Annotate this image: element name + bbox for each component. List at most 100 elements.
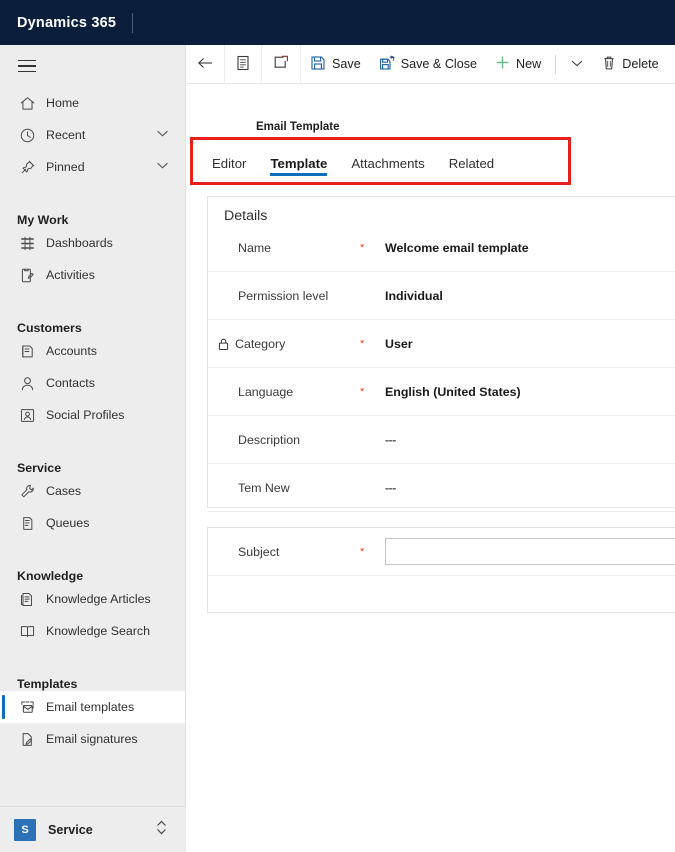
subject-section-spacer	[208, 576, 675, 610]
save-button[interactable]: Save	[301, 45, 370, 84]
required-indicator: *	[360, 385, 365, 398]
lock-icon	[217, 337, 230, 351]
sidebar-item-label: Knowledge Articles	[46, 592, 151, 606]
sidebar-item-accounts[interactable]: Accounts	[0, 335, 185, 367]
details-section: Details Name * Welcome email template Permi…	[207, 196, 675, 512]
field-label-text: Tem New	[238, 480, 290, 495]
field-label: Language	[208, 385, 360, 399]
brand-divider	[132, 12, 134, 33]
field-value[interactable]: ---	[376, 433, 396, 447]
trash-icon	[602, 55, 616, 74]
field-value[interactable]: English (United States)	[376, 385, 521, 399]
field-label-text: Category	[235, 336, 286, 351]
tab-template[interactable]: Template	[258, 141, 339, 185]
save-floppy-icon	[310, 55, 326, 74]
field-row-description: Description ---	[208, 416, 675, 464]
sidebar-item-cases[interactable]: Cases	[0, 475, 185, 507]
tab-attachments[interactable]: Attachments	[339, 141, 436, 185]
new-button[interactable]: New	[486, 45, 550, 84]
social-profile-icon	[17, 405, 37, 425]
form-icon	[236, 55, 250, 74]
sidebar-item-knowledge-search[interactable]: Knowledge Search	[0, 615, 185, 647]
sidebar-item-dashboards[interactable]: Dashboards	[0, 227, 185, 259]
command-bar: Save Save & Close New Delete	[186, 44, 675, 84]
field-label: Permission level	[208, 289, 360, 303]
app-switcher-icon	[155, 819, 168, 840]
field-value[interactable]: User	[376, 337, 413, 351]
save-button-label: Save	[332, 57, 361, 71]
sidebar-item-email-signatures[interactable]: Email signatures	[0, 723, 185, 755]
new-button-label: New	[516, 57, 542, 71]
subject-required-indicator: *	[360, 545, 365, 558]
field-label-text: Permission level	[238, 288, 329, 303]
app-switcher[interactable]: S Service	[0, 806, 186, 852]
field-label-text: Language	[238, 384, 294, 399]
field-row-category: Category * User	[208, 320, 675, 368]
book-icon	[17, 621, 37, 641]
delete-button[interactable]: Delete	[593, 45, 667, 84]
dashboard-icon	[17, 233, 37, 253]
nav-group-templates: Templates	[17, 677, 78, 691]
side-navigation: Home Recent Pinned My Work Dashboards Activit…	[0, 45, 186, 852]
field-label: Name	[208, 241, 360, 255]
subject-field-row: Subject *	[208, 528, 675, 576]
sidebar-item-queues[interactable]: Queues	[0, 507, 185, 539]
email-template-icon	[17, 697, 37, 717]
back-button[interactable]	[186, 44, 225, 84]
details-field-rows: Name * Welcome email template Permission le…	[208, 224, 675, 512]
sidebar-item-label: Recent	[46, 128, 86, 142]
save-and-close-button[interactable]: Save & Close	[370, 45, 486, 84]
sidebar-item-knowledge-articles[interactable]: Knowledge Articles	[0, 583, 185, 615]
nav-item-list: Home Recent Pinned My Work Dashboards Activit…	[0, 87, 185, 810]
field-label-text: Name	[238, 240, 272, 255]
command-divider	[555, 54, 557, 74]
tab-related[interactable]: Related	[437, 141, 506, 185]
field-label: Category	[208, 337, 360, 351]
delete-button-label: Delete	[622, 57, 659, 71]
subject-input[interactable]	[385, 538, 675, 565]
accounts-icon	[17, 341, 37, 361]
tab-editor[interactable]: Editor	[200, 141, 258, 185]
signature-icon	[17, 729, 37, 749]
nav-group-knowledge: Knowledge	[17, 569, 84, 583]
site-map-toggle[interactable]	[0, 45, 185, 87]
field-value[interactable]: Welcome email template	[376, 241, 529, 255]
sidebar-item-label: Accounts	[46, 344, 97, 358]
pop-out-button[interactable]	[262, 44, 301, 84]
field-label: Description	[208, 433, 360, 447]
nav-group-customers: Customers	[17, 321, 82, 335]
field-row-permission-level: Permission level Individual	[208, 272, 675, 320]
sidebar-item-recent[interactable]: Recent	[0, 119, 185, 151]
required-indicator: *	[360, 337, 365, 350]
pop-out-icon	[273, 55, 289, 73]
entity-type-label: Email Template	[256, 121, 340, 133]
sidebar-item-email-templates[interactable]: Email templates	[0, 691, 185, 723]
chevron-down-icon	[570, 58, 584, 71]
sidebar-item-label: Email templates	[46, 700, 135, 714]
form-selector-button[interactable]	[225, 44, 262, 84]
field-label: Tem New	[208, 481, 360, 495]
field-value[interactable]: ---	[376, 481, 396, 495]
chevron-down-icon[interactable]	[156, 161, 169, 173]
field-row-name: Name * Welcome email template	[208, 224, 675, 272]
sidebar-item-contacts[interactable]: Contacts	[0, 367, 185, 399]
sidebar-item-social-profiles[interactable]: Social Profiles	[0, 399, 185, 431]
sidebar-item-label: Home	[46, 96, 80, 110]
nav-group-my-work: My Work	[17, 213, 69, 227]
field-row-language: Language * English (United States)	[208, 368, 675, 416]
back-arrow-icon	[197, 56, 213, 73]
sidebar-item-pinned[interactable]: Pinned	[0, 151, 185, 183]
field-value[interactable]: Individual	[376, 289, 443, 303]
subject-section: Subject *	[207, 527, 675, 613]
overflow-menu-button[interactable]	[561, 45, 593, 84]
sidebar-item-activities[interactable]: Activities	[0, 259, 185, 291]
app-badge: S	[14, 818, 36, 841]
chevron-down-icon[interactable]	[156, 129, 169, 141]
sidebar-item-label: Queues	[46, 516, 90, 530]
record-content: Email Template Editor Template Attachments…	[186, 84, 675, 852]
queue-icon	[17, 513, 37, 533]
hamburger-icon	[18, 59, 36, 73]
pin-icon	[17, 157, 37, 177]
sidebar-item-home[interactable]: Home	[0, 87, 185, 119]
required-indicator: *	[360, 241, 365, 254]
